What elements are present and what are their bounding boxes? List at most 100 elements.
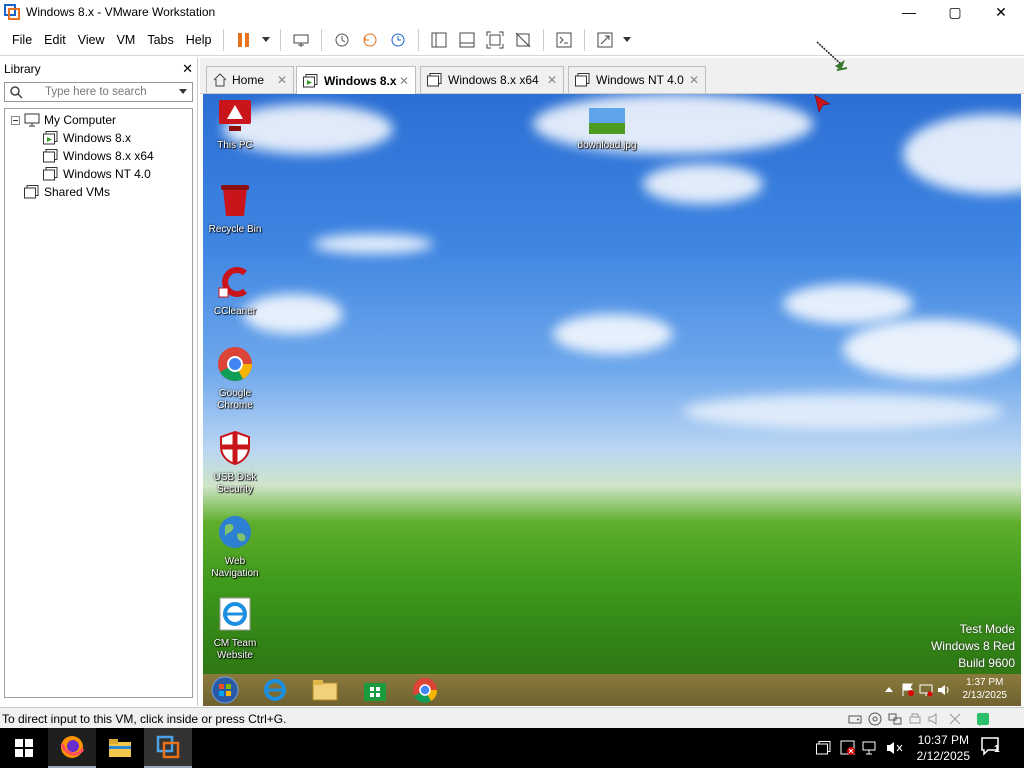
desktop-icon-download-jpg[interactable]: download.jpg [575,108,639,152]
tree-item-shared-vms[interactable]: Shared VMs [5,183,192,201]
tab-home[interactable]: Home ✕ [206,66,294,93]
send-ctrl-alt-del-button[interactable] [289,28,313,52]
move-cursor-icon [816,41,848,71]
guest-start-button[interactable] [207,676,243,704]
status-bar: To direct input to this VM, click inside… [0,707,1024,729]
tree-item-vm-windows-8[interactable]: Windows 8.x [5,129,192,147]
menu-tabs[interactable]: Tabs [141,29,179,51]
guest-taskbar-store[interactable] [357,676,393,704]
hard-disk-icon[interactable] [848,712,862,726]
host-start-button[interactable] [0,728,48,768]
collapse-icon[interactable] [11,115,20,125]
close-button[interactable]: ✕ [978,0,1024,24]
snapshot-manager-icon [391,33,405,46]
sound-card-icon[interactable] [928,712,942,726]
stretch-guest-button[interactable] [593,28,617,52]
chevron-down-icon[interactable] [179,89,187,95]
network-adapter-icon[interactable] [888,712,902,726]
cd-dvd-icon[interactable] [868,712,882,726]
window-title: Windows 8.x - VMware Workstation [26,5,216,19]
toolbar-separator [584,28,586,51]
menu-file[interactable]: File [6,29,38,51]
tab-windows-8-x64[interactable]: Windows 8.x x64 ✕ [420,66,564,93]
menu-edit[interactable]: Edit [38,29,72,51]
library-header: Library ✕ [0,58,197,80]
library-close-button[interactable]: ✕ [182,61,193,77]
pause-button[interactable] [232,28,256,52]
security-alert-icon[interactable] [840,740,856,756]
unity-button[interactable] [511,28,535,52]
this-pc-icon [219,100,251,131]
full-screen-button[interactable] [483,28,507,52]
show-library-button[interactable] [427,28,451,52]
toolbar-separator [543,28,545,51]
desktop-icon-web-navigation[interactable]: Web Navigation [203,514,267,580]
library-search-input[interactable]: Type here to search [4,82,193,102]
cloud [643,164,763,204]
tab-windows-8[interactable]: Windows 8.x ✕ [296,66,416,94]
toolbar-separator [321,28,323,51]
action-center-flag-icon[interactable] [901,683,915,697]
shield-icon [220,430,250,466]
desktop-icon-label: download.jpg [577,140,637,151]
console-view-button[interactable] [552,28,576,52]
stretch-dropdown[interactable] [621,28,633,52]
tree-item-label: Windows NT 4.0 [63,167,151,181]
tab-windows-nt[interactable]: Windows NT 4.0 ✕ [568,66,706,93]
action-center-button[interactable]: 1 [980,736,1004,760]
message-log-icon[interactable] [976,712,990,726]
unity-icon [516,32,531,47]
tab-label: Windows NT 4.0 [596,73,684,87]
desktop-icon-google-chrome[interactable]: Google Chrome [203,346,267,412]
guest-taskbar-chrome[interactable] [407,676,443,704]
desktop-icon-ccleaner[interactable]: CCleaner [203,264,267,318]
test-mode-watermark: Test Mode Windows 8 Red Build 9600 [931,621,1015,672]
desktop-icon-cm-team-website[interactable]: CM Team Website [203,596,267,662]
device-status-icons [848,712,990,726]
desktop-icon-this-pc[interactable]: This PC [203,98,267,152]
show-hidden-icons-icon[interactable] [885,686,893,694]
guest-clock[interactable]: 1:37 PM 2/13/2025 [963,676,1008,702]
menu-view[interactable]: View [72,29,111,51]
tab-close-icon[interactable]: ✕ [399,74,409,88]
host-taskbar-file-explorer[interactable] [96,728,144,768]
network-icon[interactable] [862,740,878,756]
volume-muted-icon[interactable] [886,740,904,756]
pause-dropdown[interactable] [260,28,272,52]
maximize-button[interactable]: ▢ [932,0,978,24]
tree-item-my-computer[interactable]: My Computer [5,111,192,129]
minimize-button[interactable]: — [886,0,932,24]
show-thumbnail-bar-button[interactable] [455,28,479,52]
folder-icon [312,680,338,701]
host-taskbar-vmware[interactable] [144,728,192,768]
host-taskbar-firefox[interactable] [48,728,96,768]
guest-taskbar-ie[interactable] [257,676,293,704]
desktop-icon-usb-disk-security[interactable]: USB Disk Security [203,430,267,496]
display-icon[interactable] [948,712,962,726]
desktop-icon-recycle-bin[interactable]: Recycle Bin [203,182,267,236]
printer-icon[interactable] [908,712,922,726]
vm-display[interactable]: This PC Recycle Bin CCleaner Google Chro… [203,94,1021,706]
guest-taskbar-explorer[interactable] [307,676,343,704]
tree-item-vm-windows-nt[interactable]: Windows NT 4.0 [5,165,192,183]
menu-help[interactable]: Help [180,29,218,51]
folder-icon [109,739,131,757]
tab-close-icon[interactable]: ✕ [689,73,699,87]
tab-bar: Home ✕ Windows 8.x ✕ Windows 8.x x64 ✕ W… [200,58,1024,94]
revert-snapshot-button[interactable] [358,28,382,52]
tab-close-icon[interactable]: ✕ [277,73,287,87]
desktop-icon-label: Google Chrome [217,388,253,411]
cloud [903,114,1021,194]
snapshot-clock-icon [335,33,349,46]
tree-item-vm-windows-8-x64[interactable]: Windows 8.x x64 [5,147,192,165]
vmware-tray-icon[interactable] [816,741,832,755]
volume-icon[interactable] [937,683,951,697]
desktop-icon-label: CM Team Website [213,638,257,661]
network-icon[interactable] [919,683,933,697]
snapshot-button[interactable] [330,28,354,52]
menu-vm[interactable]: VM [111,29,142,51]
snapshot-manager-button[interactable] [386,28,410,52]
vm-icon [43,149,58,163]
host-clock[interactable]: 10:37 PM 2/12/2025 [917,732,970,764]
tab-close-icon[interactable]: ✕ [547,73,557,87]
